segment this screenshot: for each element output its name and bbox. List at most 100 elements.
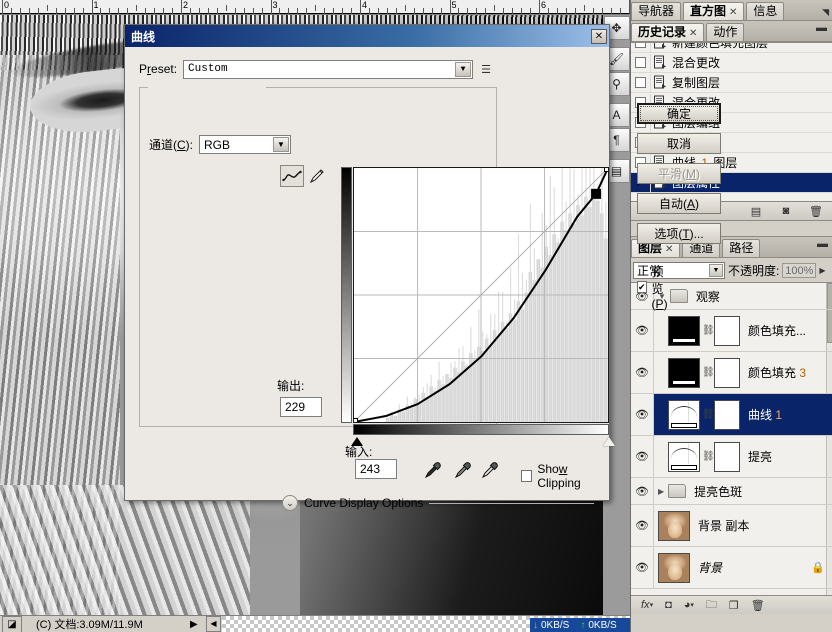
layer-row[interactable]: 👁 ⛓ 颜色填充... <box>631 310 832 352</box>
chevron-down-icon[interactable]: ⌄ <box>282 495 298 511</box>
layer-row[interactable]: 👁 背景 🔒 <box>631 547 832 589</box>
curves-thumbnail[interactable] <box>668 441 700 472</box>
layer-mask-thumbnail[interactable] <box>714 315 740 346</box>
delete-icon[interactable]: 🗑 <box>808 204 824 218</box>
curves-graph-area[interactable] <box>341 166 615 446</box>
curve-control-point[interactable] <box>354 419 357 422</box>
opacity-value[interactable]: 100% <box>782 263 817 278</box>
link-icon[interactable]: ⛓ <box>702 367 715 378</box>
show-clipping-row[interactable]: Show Clipping <box>521 462 609 490</box>
preset-select[interactable]: Custom ▼ <box>183 59 474 79</box>
tab-信息[interactable]: 信息 <box>746 2 785 20</box>
curves-thumbnail[interactable] <box>668 399 700 430</box>
link-icon[interactable]: ⛓ <box>702 325 715 336</box>
curves-graph[interactable] <box>353 167 609 423</box>
close-icon[interactable]: ✕ <box>591 28 607 44</box>
mask-icon[interactable]: ◘ <box>665 599 672 611</box>
history-actions-tabs[interactable]: 历史记录 ✕ 动作 ▬ <box>631 21 832 42</box>
show-clipping-checkbox[interactable] <box>521 470 533 482</box>
close-icon[interactable]: ✕ <box>689 28 697 39</box>
layer-visibility-toggle[interactable]: 👁 <box>631 547 654 588</box>
new-layer-icon[interactable]: ❐ <box>729 599 739 612</box>
layer-mask-thumbnail[interactable] <box>714 357 740 388</box>
layer-list[interactable]: 👁 ▼ 观察 👁 ⛓ 颜色填充... 👁 ⛓ 颜色填充 3 👁 ⛓ 曲线 1 👁 ⛓ 提亮 👁 ▶ 提亮色斑 👁 背景… <box>631 282 832 595</box>
layer-row[interactable]: 👁 ⛓ 提亮 <box>631 436 832 478</box>
layer-visibility-toggle[interactable]: 👁 <box>631 310 654 351</box>
panel-collapse-icon[interactable]: ▬ <box>816 22 827 34</box>
dock-expand-arrow-icon[interactable]: ◥ <box>822 7 829 18</box>
options-button[interactable]: 选项(T)... <box>637 223 721 244</box>
curve-control-point[interactable] <box>605 168 608 171</box>
new-snapshot-icon[interactable]: ◙ <box>778 204 794 218</box>
adjustment-layer-icon[interactable]: ◕ ▾ <box>684 599 694 611</box>
dialog-title-bar[interactable]: 曲线 ✕ <box>125 25 609 47</box>
status-left-arrow[interactable]: ◀ <box>206 616 221 632</box>
layer-visibility-toggle[interactable]: 👁 <box>631 436 654 477</box>
curve-display-options-row[interactable]: ⌄ Curve Display Options <box>282 495 594 511</box>
new-group-icon[interactable]: 🗀 <box>706 596 717 615</box>
status-proxy-icon[interactable]: ◪ <box>2 615 22 632</box>
layer-row[interactable]: 👁 ▶ 提亮色斑 <box>631 478 832 505</box>
tab-路径[interactable]: 路径 <box>722 239 761 257</box>
history-state-toggle[interactable] <box>631 73 651 92</box>
history-state-toggle[interactable] <box>631 53 651 72</box>
eyedropper-black-point-icon[interactable] <box>423 460 443 480</box>
opacity-stepper-icon[interactable]: ▶ <box>819 266 825 275</box>
tab-历史记录[interactable]: 历史记录 ✕ <box>631 23 705 41</box>
history-snapshot-checkbox[interactable] <box>635 43 646 48</box>
tab-动作[interactable]: 动作 <box>706 23 745 41</box>
preview-row[interactable]: ✔ 预览(P) <box>637 263 670 311</box>
layers-collapse-icon[interactable]: ▬ <box>817 238 828 250</box>
curve-control-point-selected[interactable] <box>592 189 601 198</box>
history-snapshot-checkbox[interactable] <box>635 77 646 88</box>
ruler-horizontal[interactable]: 01234567 <box>0 0 630 14</box>
chevron-down-icon[interactable]: ▼ <box>455 61 472 77</box>
eyedropper-white-point-icon[interactable] <box>480 460 500 480</box>
layer-row[interactable]: 👁 背景 副本 <box>631 505 832 547</box>
curves-dialog[interactable]: 曲线 ✕ Preset: Custom ▼ ☰ 通道(C): RGB ▼ 输出:… <box>124 24 721 511</box>
layer-row[interactable]: 👁 ⛓ 颜色填充 3 <box>631 352 832 394</box>
history-item[interactable]: 新建颜色填充图层 <box>631 43 832 53</box>
layer-mask-thumbnail[interactable] <box>714 441 740 472</box>
tab-导航器[interactable]: 导航器 <box>631 2 682 20</box>
new-document-icon[interactable]: ▤ <box>748 204 764 218</box>
channel-select[interactable]: RGB ▼ <box>199 135 292 154</box>
layer-visibility-toggle[interactable]: 👁 <box>631 352 654 393</box>
auto-button[interactable]: 自动(A) <box>637 193 721 214</box>
layer-row[interactable]: 👁 ⛓ 曲线 1 <box>631 394 832 436</box>
layer-thumbnail[interactable] <box>658 510 690 541</box>
output-field[interactable]: 229 <box>280 397 322 417</box>
layer-thumbnail[interactable] <box>658 552 690 583</box>
navigator-histogram-info-tabs[interactable]: 导航器 直方图 ✕ 信息 ◥ <box>631 0 832 21</box>
preset-menu-icon[interactable]: ☰ <box>479 62 493 76</box>
tab-直方图[interactable]: 直方图 ✕ <box>683 2 745 20</box>
status-play-arrow[interactable]: ▶ <box>190 619 198 630</box>
layer-visibility-toggle[interactable]: 👁 <box>631 394 654 435</box>
fill-layer-thumbnail[interactable] <box>668 315 700 346</box>
chevron-down-icon[interactable]: ▼ <box>709 264 723 277</box>
close-icon[interactable]: ✕ <box>729 7 737 18</box>
fill-layer-thumbnail[interactable] <box>668 357 700 388</box>
layer-mask-thumbnail[interactable] <box>714 399 740 430</box>
white-point-slider[interactable] <box>603 437 615 446</box>
delete-layer-icon[interactable]: 🗑 <box>751 599 765 612</box>
curve-tool-icon[interactable] <box>280 165 304 187</box>
link-icon[interactable]: ⛓ <box>702 451 715 462</box>
history-item[interactable]: 复制图层 <box>631 73 832 93</box>
eyedropper-gray-point-icon[interactable] <box>453 460 473 480</box>
preview-checkbox[interactable]: ✔ <box>637 281 647 293</box>
curves-plot[interactable] <box>354 168 608 422</box>
fx-icon[interactable]: fx ▾ <box>641 599 653 611</box>
layer-visibility-toggle[interactable]: 👁 <box>631 478 654 504</box>
chevron-down-icon[interactable]: ▼ <box>273 137 290 152</box>
ok-button[interactable]: 确定 <box>637 103 721 124</box>
input-field[interactable]: 243 <box>355 459 397 479</box>
history-state-toggle[interactable] <box>631 43 651 52</box>
history-snapshot-checkbox[interactable] <box>635 57 646 68</box>
cancel-button[interactable]: 取消 <box>637 133 721 154</box>
layer-visibility-toggle[interactable]: 👁 <box>631 505 654 546</box>
link-icon[interactable]: ⛓ <box>702 409 715 420</box>
pencil-tool-icon[interactable] <box>307 166 327 186</box>
chevron-right-icon[interactable]: ▶ <box>658 487 664 496</box>
history-item[interactable]: 混合更改 <box>631 53 832 73</box>
